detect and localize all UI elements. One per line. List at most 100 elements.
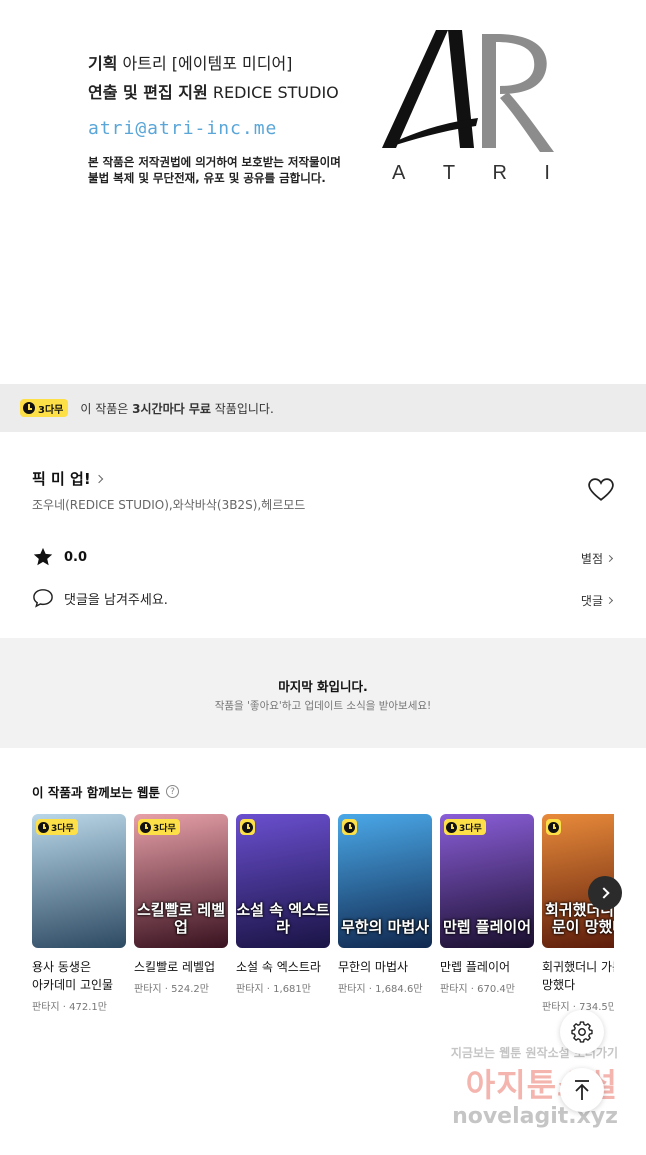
- card-meta: 판타지 · 1,684.6만: [338, 980, 432, 995]
- meta-separator: ·: [365, 984, 376, 995]
- recommendations-title: 이 작품과 함께보는 웹툰 ?: [32, 782, 180, 801]
- free-info-bar: 3다무 이 작품은 3시간마다 무료 작품입니다.: [0, 384, 646, 432]
- recommendation-card[interactable]: 3다무 만렙 플레이어 만렙 플레이어 판타지 · 670.4만: [440, 814, 534, 995]
- logo-letter: R: [492, 162, 509, 184]
- arrow-up-icon: [575, 1080, 589, 1100]
- credit-plan-value: 아트리 [에이템포 미디어]: [122, 54, 293, 73]
- recommendation-card[interactable]: 3다무용사 동생은 아카데미 고인물판타지 · 472.1만: [32, 814, 126, 1013]
- heart-icon[interactable]: [588, 478, 614, 502]
- recommendation-card[interactable]: 회귀했더니 가문이 망했다회귀했더니 가문이 망했다판타지 · 734.5만: [542, 814, 614, 1013]
- rating-row: 0.0: [32, 546, 87, 568]
- watermark: 지금보는 웹툰 원작소설 보러가기 아지툰소설 novelagit.xyz: [420, 1044, 640, 1144]
- cover-thumbnail: 무한의 마법사: [338, 814, 432, 948]
- cover-thumbnail: 3다무: [32, 814, 126, 948]
- comment-link-label: 댓글: [580, 594, 603, 608]
- atri-logo: [382, 30, 554, 152]
- free-bar-text-prefix: 이 작품은: [80, 401, 133, 416]
- contact-email: atri@atri-inc.me: [88, 118, 278, 139]
- cover-title-art: 스킬빨로 레벨업: [136, 901, 226, 936]
- chevron-right-icon: [94, 474, 103, 483]
- star-icon: [33, 547, 53, 566]
- card-meta: 판타지 · 472.1만: [32, 998, 126, 1013]
- chevron-right-icon: [605, 596, 614, 605]
- meta-separator: ·: [161, 984, 172, 995]
- card-views: 670.4만: [477, 984, 515, 995]
- free-bar-text-suffix: 작품입니다.: [210, 401, 274, 416]
- free-bar-text-highlight: 3시간마다 무료: [132, 401, 211, 416]
- wait-free-badge-label: 3다무: [38, 404, 64, 416]
- last-episode-title: 마지막 화입니다.: [278, 679, 368, 694]
- work-authors: 조우네(REDICE STUDIO),와삭바삭(3B2S),헤르모드: [32, 498, 306, 512]
- wait-free-badge-label: 3다무: [459, 823, 482, 834]
- cover-thumbnail: 3다무스킬빨로 레벨업: [134, 814, 228, 948]
- recommendations-title-text: 이 작품과 함께보는 웹툰: [32, 785, 161, 800]
- meta-separator: ·: [263, 984, 274, 995]
- card-title: 무한의 마법사: [338, 960, 409, 974]
- cover-title-art: 소설 속 엑스트라: [236, 901, 330, 936]
- card-title: 용사 동생은 아카데미 고인물: [32, 960, 114, 992]
- card-genre: 판타지: [32, 1002, 60, 1013]
- meta-separator: ·: [467, 984, 478, 995]
- comment-bubble-icon: [33, 589, 53, 608]
- carousel-next-button[interactable]: [588, 876, 622, 910]
- wait-free-badge: 3다무: [36, 819, 78, 835]
- rating-link[interactable]: 별점: [580, 550, 614, 567]
- comment-prompt-row[interactable]: 댓글을 남겨주세요.: [32, 588, 168, 608]
- recommendations-section: 이 작품과 함께보는 웹툰 ? 3다무용사 동생은 아카데미 고인물판타지 · …: [0, 748, 646, 1040]
- episode-end-banner: 기획 아트리 [에이템포 미디어] 연출 및 편집 지원 REDICE STUD…: [0, 0, 646, 384]
- wait-free-badge-label: 3다무: [51, 823, 74, 834]
- credit-prod-label: 연출 및 편집 지원: [88, 83, 208, 102]
- settings-button[interactable]: [560, 1010, 604, 1054]
- card-title: 만렙 플레이어: [440, 960, 511, 974]
- recommendation-card[interactable]: 무한의 마법사 무한의 마법사 판타지 · 1,684.6만: [338, 814, 432, 995]
- credit-plan: 기획 아트리 [에이템포 미디어]: [88, 50, 292, 74]
- card-title: 회귀했더니 가문이 망했다: [542, 960, 614, 992]
- gear-icon: [571, 1021, 593, 1043]
- card-meta: 판타지 · 670.4만: [440, 980, 534, 995]
- help-icon[interactable]: ?: [166, 785, 180, 798]
- copyright-notice-line2: 불법 복제 및 무단전재, 유포 및 공유를 금합니다.: [88, 171, 326, 185]
- meta-separator: ·: [59, 1002, 70, 1013]
- rating-link-label: 별점: [580, 552, 603, 566]
- card-genre: 판타지: [338, 984, 366, 995]
- credit-prod-value: REDICE STUDIO: [212, 83, 339, 102]
- work-title: 픽 미 업!: [32, 470, 91, 488]
- clock-icon: [38, 821, 49, 833]
- scroll-top-button[interactable]: [560, 1068, 604, 1112]
- last-episode-notice: 마지막 화입니다. 작품을 '좋아요'하고 업데이트 소식을 받아보세요!: [0, 638, 646, 748]
- atri-logo-text: A T R I: [392, 162, 552, 185]
- card-views: 472.1만: [69, 1002, 107, 1013]
- card-views: 1,681만: [273, 984, 311, 995]
- card-meta: 판타지 · 1,681만: [236, 980, 330, 995]
- cover-title-art: 무한의 마법사: [340, 918, 430, 936]
- card-genre: 판타지: [236, 984, 264, 995]
- recommendation-carousel: 3다무 용사 동생은 아카데미 고인물 판타지 · 472.1만 3다무 스킬빨로 레벨…: [32, 814, 614, 1034]
- clock-icon: [446, 821, 457, 833]
- comment-link[interactable]: 댓글: [580, 592, 614, 609]
- chevron-right-icon: [605, 554, 614, 563]
- clock-icon: [23, 402, 35, 414]
- cover-title-art: 만렙 플레이어: [442, 918, 532, 936]
- card-views: 524.2만: [171, 984, 209, 995]
- recommendation-card[interactable]: 소설 속 엑스트라 소설 속 엑스트라 판타지 · 1,681만: [236, 814, 330, 995]
- card-title: 소설 속 엑스트라: [236, 960, 321, 974]
- card-title: 스킬빨로 레벨업: [134, 960, 216, 974]
- wait-free-badge: 3다무: [444, 819, 486, 835]
- card-meta: 판타지 · 524.2만: [134, 980, 228, 995]
- recommendation-card[interactable]: 3다무 스킬빨로 레벨업 스킬빨로 레벨업 판타지 · 524.2만: [134, 814, 228, 995]
- work-title-link[interactable]: 픽 미 업!: [32, 468, 103, 489]
- logo-letter: I: [544, 162, 552, 184]
- wait-free-badge: [342, 819, 357, 835]
- logo-letter: A: [392, 162, 408, 184]
- clock-icon: [344, 821, 355, 833]
- rating-value: 0.0: [64, 549, 88, 565]
- wait-free-badge: 3다무: [20, 399, 69, 417]
- card-genre: 판타지: [542, 1002, 570, 1013]
- cover-thumbnail: 소설 속 엑스트라: [236, 814, 330, 948]
- cover-thumbnail: 3다무만렙 플레이어: [440, 814, 534, 948]
- wait-free-badge: 3다무: [138, 819, 180, 835]
- card-genre: 판타지: [134, 984, 162, 995]
- clock-icon: [140, 821, 151, 833]
- chevron-right-icon: [597, 887, 610, 899]
- credit-production: 연출 및 편집 지원 REDICE STUDIO: [88, 79, 339, 103]
